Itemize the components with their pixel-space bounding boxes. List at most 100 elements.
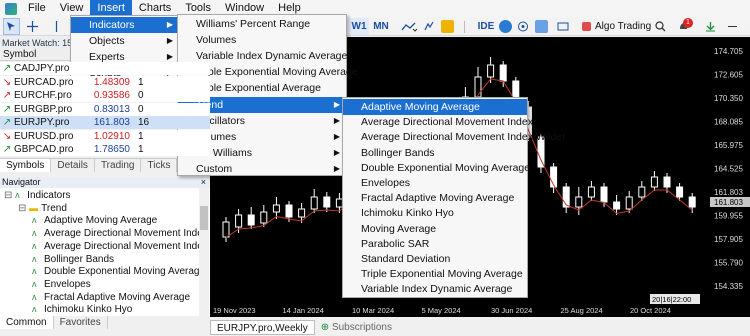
market-watch-row[interactable]: ↗ EURCHF.pro 0.93586 0 [0,89,210,102]
price-axis-label: 157.905 [714,235,743,244]
trend-menu-item[interactable]: Average Directional Movement Index [343,114,533,130]
algo-trading-button[interactable]: Algo Trading [582,18,654,35]
arrow-up-icon: ↗ [2,144,12,155]
market-watch-row[interactable]: ↗ EURJPY.pro 161.803 16 [0,116,210,129]
ask-price: 1 [138,130,144,142]
date-axis-label: 30 Jun 2024 [491,306,532,315]
search-icon[interactable] [653,18,667,35]
price-axis-label: 154.335 [714,282,743,291]
wallet-icon[interactable] [703,18,717,35]
bid-price: 1.78650 [93,144,130,155]
symbol-column-header[interactable]: Symbol [3,49,36,61]
trend-menu-item[interactable]: Standard Deviation [343,251,527,267]
cursor-icon[interactable] [3,18,20,35]
timeframe-w1-button[interactable]: W1 [349,18,369,35]
indicator-menu-item[interactable]: Williams' Percent Range [178,16,346,32]
insert-menu-item-objects[interactable]: Objects ▶ [71,33,179,49]
trend-menu-item[interactable]: Average Directional Movement Index Wilde… [343,129,566,145]
notifications-icon[interactable]: 1 [672,18,694,35]
trend-menu-item[interactable]: Variable Index Dynamic Average [343,281,527,297]
navigator-title-text: Navigator [2,177,41,187]
symbol-name: EURCAD.pro [14,76,74,88]
ide-button[interactable]: IDE [476,18,496,35]
tree-item-indicator[interactable]: ʌ Average Directional Movement Index W [32,240,210,253]
vertical-line-icon[interactable] [50,18,62,35]
separator-icon [458,18,470,35]
tree-item-indicator[interactable]: ʌ Adaptive Moving Average [32,214,157,227]
market-icon[interactable] [534,18,548,35]
subscriptions-tab[interactable]: ⊕ Subscriptions [315,320,398,335]
chart-type-icon[interactable] [398,18,420,35]
tab-details[interactable]: Details [51,159,95,172]
trend-menu-item[interactable]: Double Exponential Moving Average [343,160,530,176]
tree-item-indicator[interactable]: ʌ Average Directional Movement Index [32,227,208,240]
indicators-group-custom[interactable]: Custom ▶ [178,161,346,177]
signals-icon[interactable] [516,18,530,35]
tree-item-label: Indicators [27,190,71,201]
templates-icon[interactable] [440,18,454,35]
trend-menu-item[interactable]: Bollinger Bands [343,145,527,161]
insert-menu-item-indicators[interactable]: Indicators ▶ [71,17,179,33]
tree-folder-indicators[interactable]: ⊟ ʌ Indicators [4,189,71,202]
tree-item-indicator[interactable]: ʌ Ichimoku Kinko Hyo [32,303,132,316]
trend-menu-item[interactable]: Adaptive Moving Average [343,99,527,115]
trend-menu-item[interactable]: Ichimoku Kinko Hyo [343,205,527,221]
navigator-tabs: Common Favorites [0,316,210,329]
market-watch-row[interactable]: ↗ CADJPY.pro [0,62,210,75]
tab-symbols[interactable]: Symbols [0,159,52,172]
tree-toggle-icon[interactable]: ⊟ [4,190,15,201]
indicator-icon: ʌ [32,240,37,251]
account-icon[interactable] [498,18,512,35]
tree-item-indicator[interactable]: ʌ Double Exponential Moving Average [32,265,205,278]
menu-file[interactable]: File [21,0,53,17]
market-watch-row[interactable]: ↘ EURCAD.pro 1.48309 1 [0,75,210,89]
tree-folder-trend[interactable]: ⊟ ▬ Trend [18,202,67,215]
market-watch-row[interactable]: ↘ EURUSD.pro 1.02910 1 [0,129,210,143]
scrollbar-thumb[interactable] [200,206,208,230]
indicator-icon: ʌ [15,190,20,200]
navigator-scrollbar[interactable] [199,188,209,316]
trend-menu-item[interactable]: Triple Exponential Moving Average [343,266,527,282]
market-watch-row[interactable]: ↗ GBPCAD.pro 1.78650 1 [0,143,210,156]
candle-body [298,208,306,218]
tree-item-indicator[interactable]: ʌ Bollinger Bands [32,253,114,266]
timeframe-mn-button[interactable]: MN [371,18,391,35]
submenu-arrow-icon: ▶ [166,20,173,29]
arrow-up-icon: ↗ [2,117,12,128]
tree-toggle-icon[interactable]: ⊟ [18,203,29,214]
indicator-icon: ʌ [32,278,37,289]
arrow-up-icon: ↗ [2,63,12,74]
tab-ticks[interactable]: Ticks [141,159,178,172]
tab-common[interactable]: Common [0,316,54,329]
minimize-icon[interactable] [722,18,742,35]
chart-tab-eurjpy[interactable]: EURJPY.pro,Weekly [210,320,315,335]
submenu-arrow-icon: ▶ [333,116,340,125]
trend-menu-item[interactable]: Parabolic SAR [343,236,527,252]
arrow-down-icon: ↗ [2,90,12,101]
vps-icon[interactable] [556,18,570,35]
crosshair-icon[interactable] [24,18,41,35]
tree-item-indicator[interactable]: ʌ Envelopes [32,278,91,291]
trend-menu-item[interactable]: Fractal Adaptive Moving Average [343,190,527,206]
candle-body [613,201,621,210]
indicator-icon: ʌ [32,266,37,277]
tree-item-indicator[interactable]: ʌ Fractal Adaptive Moving Average [32,291,190,304]
price-axis-label: 165.975 [714,141,743,150]
indicator-icon: ʌ [32,291,37,302]
tab-trading[interactable]: Trading [95,159,142,172]
indicator-menu-item[interactable]: Volumes [178,32,346,48]
trend-menu-item[interactable]: Moving Average [343,221,527,237]
symbol-name: EURJPY.pro [14,117,70,128]
candle-body [587,186,595,198]
bid-price: 0.93586 [93,90,130,101]
tab-favorites[interactable]: Favorites [54,316,108,329]
indicators-icon[interactable] [422,18,436,35]
close-icon[interactable]: × [201,177,206,188]
market-watch-row[interactable]: ↗ EURGBP.pro 0.83013 0 [0,102,210,116]
tree-item-label: Envelopes [44,278,91,290]
trend-menu-item[interactable]: Envelopes [343,175,527,191]
algo-trading-label: Algo Trading [595,21,652,32]
tree-item-label: Average Directional Movement Index W [44,240,210,252]
subscriptions-label: Subscriptions [331,322,392,333]
candle-body [499,64,507,82]
